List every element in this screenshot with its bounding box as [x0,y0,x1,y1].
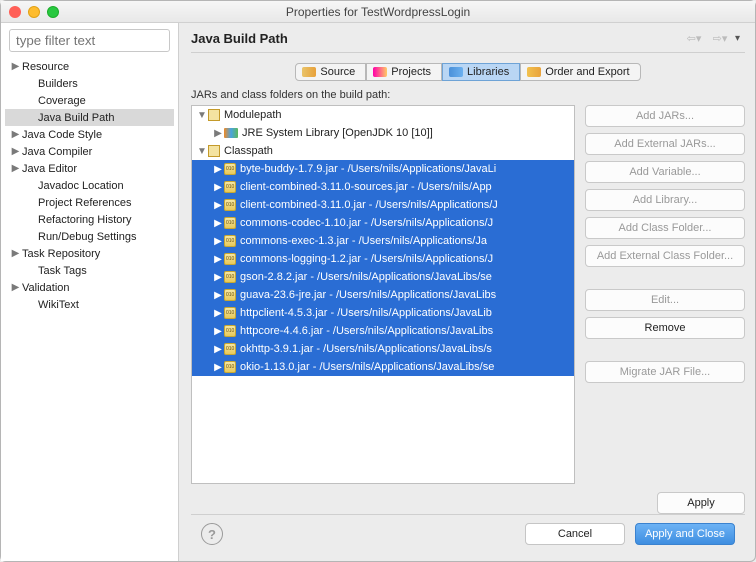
modico-icon [208,145,220,157]
tab-source[interactable]: Source [295,63,366,81]
jarico-icon [224,199,236,211]
migrate-jar-button[interactable]: Migrate JAR File... [585,361,745,383]
forward-icon[interactable]: ⇨▾ [709,32,731,46]
jarico-icon [224,289,236,301]
modico-icon [208,109,220,121]
jarico-icon [224,253,236,265]
tab-order-and-export[interactable]: Order and Export [520,63,640,81]
sidebar-item[interactable]: ▶Coverage [5,92,174,109]
page-title: Java Build Path [191,31,288,46]
sidebar-item[interactable]: ▶Validation [5,279,174,296]
jarico-icon [224,361,236,373]
jar-entry[interactable]: ▶client-combined-3.11.0.jar - /Users/nil… [192,196,574,214]
sidebar-item[interactable]: ▶Task Tags [5,262,174,279]
add-variable-button[interactable]: Add Variable... [585,161,745,183]
sidebar-item[interactable]: ▶Java Code Style [5,126,174,143]
tab-icon [302,67,316,77]
apply-and-close-button[interactable]: Apply and Close [635,523,735,545]
jarico-icon [224,271,236,283]
add-external-jars-button[interactable]: Add External JARs... [585,133,745,155]
sidebar-item[interactable]: ▶Java Editor [5,160,174,177]
sidebar-item[interactable]: ▶Builders [5,75,174,92]
add-class-folder-button[interactable]: Add Class Folder... [585,217,745,239]
jar-entry[interactable]: ▶httpcore-4.4.6.jar - /Users/nils/Applic… [192,322,574,340]
jarico-icon [224,343,236,355]
add-external-class-folder-button[interactable]: Add External Class Folder... [585,245,745,267]
cancel-button[interactable]: Cancel [525,523,625,545]
edit-button[interactable]: Edit... [585,289,745,311]
filter-input[interactable] [9,29,170,52]
remove-button[interactable]: Remove [585,317,745,339]
sidebar-item[interactable]: ▶Task Repository [5,245,174,262]
classpath-tree[interactable]: ▼Modulepath▶JRE System Library [OpenJDK … [191,105,575,484]
jarico-icon [224,163,236,175]
add-jars-button[interactable]: Add JARs... [585,105,745,127]
property-tree[interactable]: ▶Resource▶Builders▶Coverage▶Java Build P… [5,58,174,555]
jar-entry[interactable]: ▶guava-23.6-jre.jar - /Users/nils/Applic… [192,286,574,304]
modulepath-node[interactable]: ▼Modulepath [192,106,574,124]
jar-entry[interactable]: ▶commons-codec-1.10.jar - /Users/nils/Ap… [192,214,574,232]
help-icon[interactable]: ? [201,523,223,545]
list-description: JARs and class folders on the build path… [191,89,745,101]
sidebar-item[interactable]: ▶Refactoring History [5,211,174,228]
jarico-icon [224,217,236,229]
window-title: Properties for TestWordpressLogin [1,5,755,19]
jar-entry[interactable]: ▶byte-buddy-1.7.9.jar - /Users/nils/Appl… [192,160,574,178]
sidebar-item[interactable]: ▶Run/Debug Settings [5,228,174,245]
tab-icon [527,67,541,77]
sidebar-item[interactable]: ▶Javadoc Location [5,177,174,194]
sidebar-item[interactable]: ▶Java Compiler [5,143,174,160]
sidebar-item[interactable]: ▶WikiText [5,296,174,313]
sidebar-item[interactable]: ▶Java Build Path [5,109,174,126]
tab-icon [373,67,387,77]
back-icon[interactable]: ⇦▾ [683,32,705,46]
tab-bar: SourceProjectsLibrariesOrder and Export [191,63,745,81]
jar-entry[interactable]: ▶gson-2.8.2.jar - /Users/nils/Applicatio… [192,268,574,286]
jreico-icon [224,128,238,138]
apply-button[interactable]: Apply [657,492,745,514]
jre-library-node[interactable]: ▶JRE System Library [OpenJDK 10 [10]] [192,124,574,142]
sidebar: ▶Resource▶Builders▶Coverage▶Java Build P… [1,23,179,561]
window-titlebar: Properties for TestWordpressLogin [1,1,755,23]
view-menu-icon[interactable]: ▾ [735,33,745,44]
tab-icon [449,67,463,77]
add-library-button[interactable]: Add Library... [585,189,745,211]
jar-entry[interactable]: ▶commons-exec-1.3.jar - /Users/nils/Appl… [192,232,574,250]
classpath-node[interactable]: ▼Classpath [192,142,574,160]
jarico-icon [224,307,236,319]
sidebar-item[interactable]: ▶Project References [5,194,174,211]
jarico-icon [224,235,236,247]
jar-entry[interactable]: ▶client-combined-3.11.0-sources.jar - /U… [192,178,574,196]
jar-entry[interactable]: ▶okio-1.13.0.jar - /Users/nils/Applicati… [192,358,574,376]
jar-entry[interactable]: ▶commons-logging-1.2.jar - /Users/nils/A… [192,250,574,268]
tab-libraries[interactable]: Libraries [442,63,520,81]
jar-entry[interactable]: ▶httpclient-4.5.3.jar - /Users/nils/Appl… [192,304,574,322]
jarico-icon [224,325,236,337]
sidebar-item[interactable]: ▶Resource [5,58,174,75]
jarico-icon [224,181,236,193]
jar-entry[interactable]: ▶okhttp-3.9.1.jar - /Users/nils/Applicat… [192,340,574,358]
tab-projects[interactable]: Projects [366,63,442,81]
